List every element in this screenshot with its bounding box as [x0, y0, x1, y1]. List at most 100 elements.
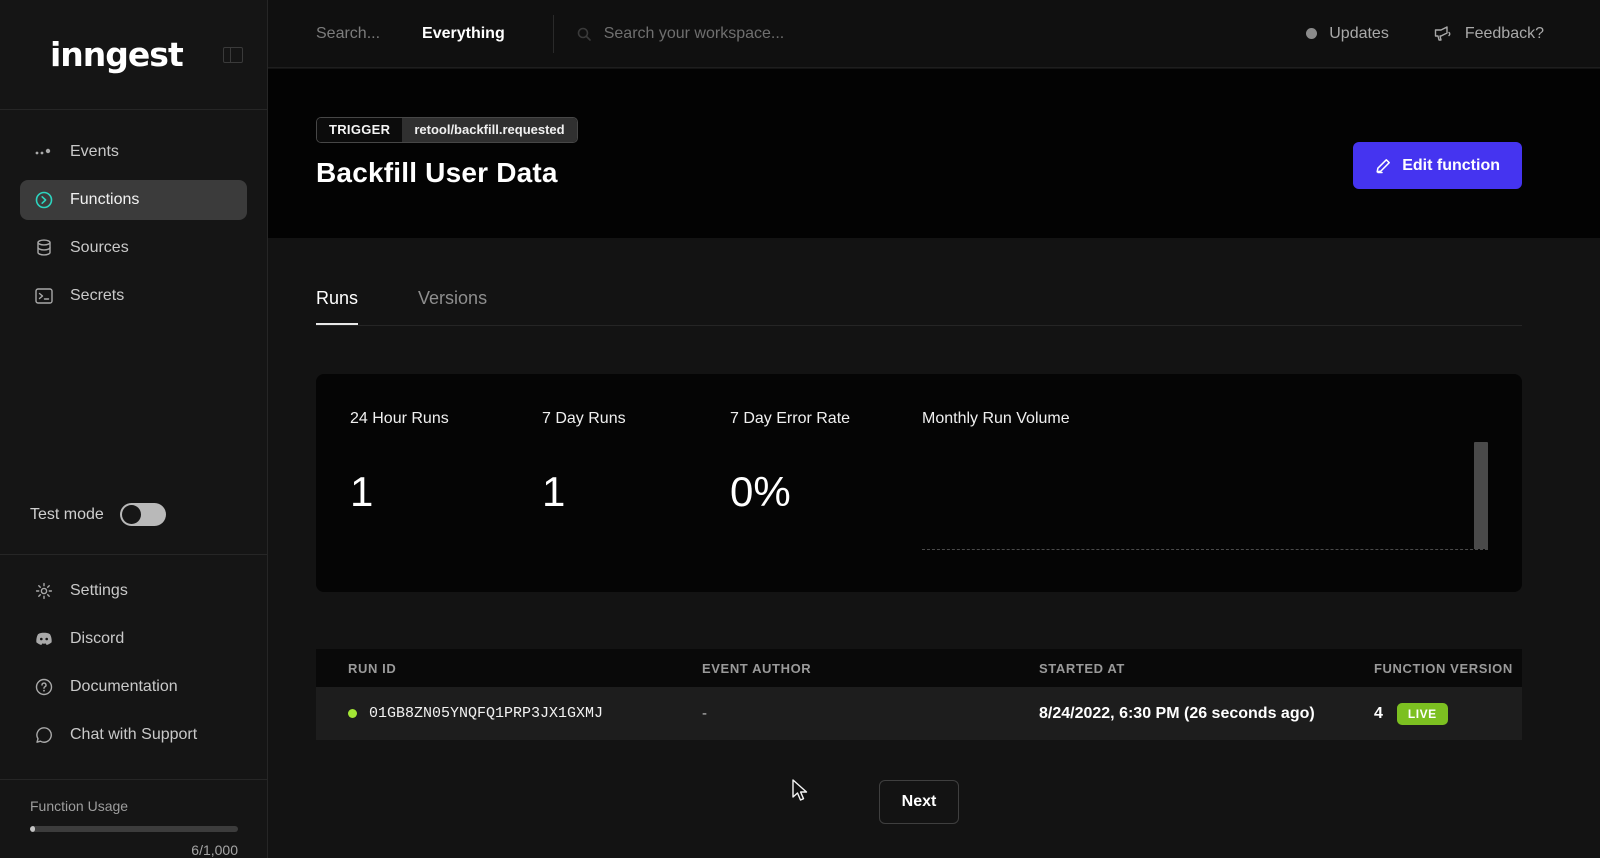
chart-bar — [1341, 442, 1355, 549]
main-content: Runs Versions 24 Hour Runs 1 7 Day Runs … — [268, 238, 1600, 858]
function-header: TRIGGER retool/backfill.requested Backfi… — [268, 69, 1600, 238]
sidebar-item-label: Settings — [70, 582, 128, 600]
chart-bar — [1131, 442, 1145, 549]
updates-link[interactable]: Updates — [1306, 25, 1389, 43]
sidebar-collapse-icon[interactable] — [223, 47, 243, 63]
table-header: RUN ID EVENT AUTHOR STARTED AT FUNCTION … — [316, 649, 1522, 687]
sidebar-item-discord[interactable]: Discord — [20, 619, 247, 659]
stat-value: 1 — [542, 468, 730, 516]
chart-bar — [1417, 442, 1431, 549]
updates-dot-icon — [1306, 28, 1317, 39]
function-version-cell: 4 LIVE — [1374, 703, 1522, 725]
chart-bar — [960, 442, 974, 549]
functions-icon — [34, 191, 54, 209]
chart-bar — [1188, 442, 1202, 549]
discord-icon — [34, 632, 54, 646]
run-id-cell: 01GB8ZN05YNQFQ1PRP3JX1GXMJ — [348, 705, 702, 722]
sidebar-item-functions[interactable]: Functions — [20, 180, 247, 220]
chart-bar — [1436, 442, 1450, 549]
sidebar-item-events[interactable]: Events — [20, 132, 247, 172]
chart-bar — [1169, 442, 1183, 549]
chart-title: Monthly Run Volume — [922, 410, 1488, 428]
stat-7d-runs: 7 Day Runs 1 — [542, 410, 730, 562]
feedback-link[interactable]: Feedback? — [1433, 25, 1544, 43]
chart-bar — [1322, 442, 1336, 549]
topbar-divider — [553, 15, 554, 53]
trigger-badge: TRIGGER retool/backfill.requested — [316, 117, 578, 143]
version-number: 4 — [1374, 705, 1383, 723]
app-window: inngest Events Functions Sources — [0, 0, 1600, 858]
function-usage-value: 6/1,000 — [30, 842, 238, 858]
inngest-logo: inngest — [50, 35, 183, 74]
started-at-cell: 8/24/2022, 6:30 PM (26 seconds ago) — [1039, 705, 1374, 723]
topbar: Search... Everything Search your workspa… — [268, 0, 1600, 68]
sidebar: inngest Events Functions Sources — [0, 0, 268, 858]
chart-bar — [1455, 442, 1469, 549]
sidebar-item-label: Chat with Support — [70, 726, 197, 744]
tab-bar: Runs Versions — [316, 288, 1522, 326]
sidebar-item-sources[interactable]: Sources — [20, 228, 247, 268]
test-mode-label: Test mode — [30, 506, 104, 524]
chart-bar — [998, 442, 1012, 549]
sidebar-item-label: Sources — [70, 239, 129, 257]
test-mode-toggle[interactable] — [120, 503, 166, 526]
sidebar-item-settings[interactable]: Settings — [20, 571, 247, 611]
stat-label: 7 Day Runs — [542, 410, 730, 428]
sidebar-item-label: Documentation — [70, 678, 178, 696]
stat-24h-runs: 24 Hour Runs 1 — [350, 410, 542, 562]
sidebar-item-label: Functions — [70, 191, 139, 209]
sidebar-spacer — [0, 324, 267, 503]
event-author-cell: - — [702, 705, 1039, 722]
stat-7d-error-rate: 7 Day Error Rate 0% — [730, 410, 922, 562]
table-row[interactable]: 01GB8ZN05YNQFQ1PRP3JX1GXMJ - 8/24/2022, … — [316, 687, 1522, 740]
chart-bar — [1303, 442, 1317, 549]
column-header-run-id: RUN ID — [348, 661, 702, 676]
edit-function-label: Edit function — [1402, 157, 1500, 175]
monthly-run-volume: Monthly Run Volume — [922, 410, 1488, 562]
chart-bar — [1207, 442, 1221, 549]
stat-value: 0% — [730, 468, 922, 516]
events-icon — [34, 147, 54, 157]
trigger-kind-label: TRIGGER — [317, 118, 402, 142]
column-header-function-version: FUNCTION VERSION — [1374, 661, 1522, 676]
search-icon — [576, 26, 592, 42]
function-usage-progress-fill — [30, 826, 35, 832]
function-usage-label: Function Usage — [30, 798, 237, 814]
terminal-icon — [34, 288, 54, 304]
chart-bar — [1055, 442, 1069, 549]
megaphone-icon — [1433, 25, 1453, 43]
sidebar-item-label: Secrets — [70, 287, 124, 305]
sidebar-item-label: Events — [70, 143, 119, 161]
chart-bar — [1265, 442, 1279, 549]
sidebar-item-chat-support[interactable]: Chat with Support — [20, 715, 247, 755]
sidebar-item-secrets[interactable]: Secrets — [20, 276, 247, 316]
updates-label: Updates — [1329, 25, 1389, 43]
search-scope-everything[interactable]: Everything — [422, 25, 505, 43]
chart-bar — [1398, 442, 1412, 549]
chart-bar — [1017, 442, 1031, 549]
column-header-started-at: STARTED AT — [1039, 661, 1374, 676]
database-icon — [34, 239, 54, 257]
run-status-dot-icon — [348, 709, 357, 718]
tab-runs[interactable]: Runs — [316, 288, 358, 325]
next-page-button[interactable]: Next — [879, 780, 960, 824]
workspace-search-input[interactable]: Search your workspace... — [576, 25, 1307, 43]
sidebar-item-documentation[interactable]: Documentation — [20, 667, 247, 707]
chart-bar — [1360, 442, 1374, 549]
chart-bar — [1036, 442, 1050, 549]
stats-card: 24 Hour Runs 1 7 Day Runs 1 7 Day Error … — [316, 374, 1522, 592]
sidebar-logo-row: inngest — [0, 0, 267, 110]
tab-versions[interactable]: Versions — [418, 288, 487, 325]
sidebar-item-label: Discord — [70, 630, 124, 648]
search-shortcut[interactable]: Search... — [316, 25, 380, 43]
chart-bar — [941, 442, 955, 549]
edit-function-button[interactable]: Edit function — [1353, 142, 1522, 189]
live-status-badge: LIVE — [1397, 703, 1448, 725]
runs-table: RUN ID EVENT AUTHOR STARTED AT FUNCTION … — [316, 649, 1522, 740]
topbar-right: Updates Feedback? — [1306, 25, 1544, 43]
stat-value: 1 — [350, 468, 542, 516]
function-usage-block: Function Usage 6/1,000 — [0, 779, 267, 858]
chart-bar — [922, 442, 936, 549]
feedback-label: Feedback? — [1465, 25, 1544, 43]
trigger-event-name: retool/backfill.requested — [402, 118, 576, 142]
